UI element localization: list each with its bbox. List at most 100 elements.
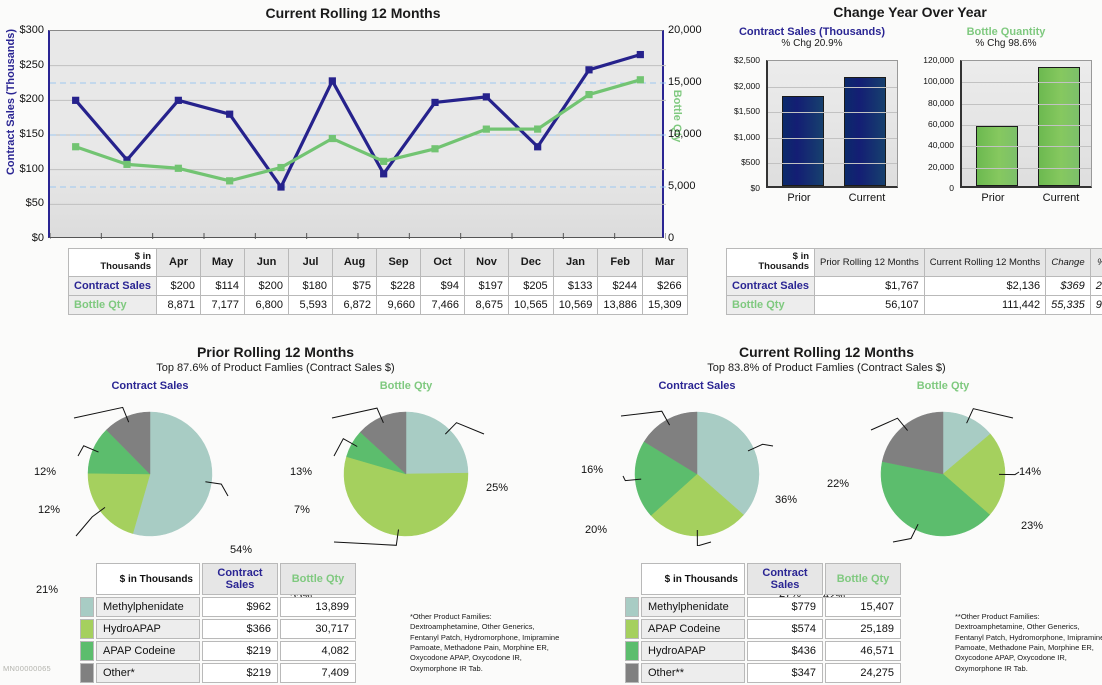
table-cell: $205	[509, 276, 554, 295]
bottle-qty-value: 13,899	[280, 597, 356, 617]
prior-product-family-table: $ in ThousandsContract SalesBottle Qty M…	[78, 561, 358, 685]
table-row: Bottle Qty8,8717,1776,8005,5936,8729,660…	[69, 295, 688, 314]
table-body: Methylphenidate$96213,899HydroAPAP$36630…	[80, 597, 356, 683]
table-corner-header: $ inThousands	[69, 249, 157, 277]
pie-percent-label: 16%	[581, 464, 603, 476]
table-row: Other*$2197,409	[80, 663, 356, 683]
product-family-name: HydroAPAP	[641, 641, 745, 661]
row-header: Bottle Qty	[727, 295, 815, 314]
table-cell: $228	[377, 276, 421, 295]
pie-percent-label: 12%	[34, 466, 56, 478]
pie-percent-label: 21%	[36, 584, 58, 596]
month-column-header: Apr	[157, 249, 201, 277]
pie-percent-label: 25%	[486, 482, 508, 494]
bottle-bar-plot	[960, 60, 1092, 188]
legend-swatch-spacer	[80, 563, 94, 595]
legend-color-swatch	[625, 641, 639, 661]
table-row: Methylphenidate$77915,407	[625, 597, 901, 617]
table-cell: $1,767	[815, 276, 925, 295]
pie-percent-label: 14%	[1019, 466, 1041, 478]
bottle-qty-value: 7,409	[280, 663, 356, 683]
product-family-name: Other*	[96, 663, 200, 683]
pie-percent-label: 23%	[1021, 520, 1043, 532]
contract-sales-value: $219	[202, 663, 278, 683]
table-row: Contract Sales$200$114$200$180$75$228$94…	[69, 276, 688, 295]
line-series-svg	[50, 31, 666, 239]
legend-color-swatch	[80, 619, 94, 639]
row-header: Contract Sales	[69, 276, 157, 295]
bottle-qty-value: 15,407	[825, 597, 901, 617]
table-row: HydroAPAP$43646,571	[625, 641, 901, 661]
product-family-name: HydroAPAP	[96, 619, 200, 639]
table-cell: $200	[245, 276, 289, 295]
table-cell: $200	[157, 276, 201, 295]
left-axis-ticks: $300$250$200$150$100$50$0	[0, 26, 44, 238]
rolling-12-months-line-chart: Current Rolling 12 Months Contract Sales…	[0, 0, 706, 248]
table-cell: $2,136	[924, 276, 1045, 295]
prior-section-subtitle: Top 87.6% of Product Famlies (Contract S…	[0, 362, 551, 374]
contract-sales-bar-chart: Contract Sales (Thousands) % Chg 20.9% $…	[722, 26, 902, 232]
legend-color-swatch	[625, 597, 639, 617]
bar-bottle-prior	[976, 126, 1018, 186]
bottle-bar-pct-change: % Chg 98.6%	[916, 38, 1096, 49]
pie-percent-label: 20%	[585, 524, 607, 536]
table-row: Methylphenidate$96213,899	[80, 597, 356, 617]
table-cell: $244	[598, 276, 643, 295]
table-row: APAP Codeine$57425,189	[625, 619, 901, 639]
contract-sales-value: $574	[747, 619, 823, 639]
table-cell: 8,675	[465, 295, 509, 314]
table-cell: 5,593	[289, 295, 333, 314]
yoy-title: Change Year Over Year	[718, 4, 1102, 20]
contract-cat-current: Current	[834, 192, 900, 204]
pie-svg	[20, 396, 320, 546]
table-cell: $133	[553, 276, 598, 295]
pie-svg	[813, 396, 1102, 546]
bottle-bar-ticks: 120,000100,00080,00060,00040,00020,0000	[916, 60, 958, 188]
column-header: Bottle Qty	[280, 563, 356, 595]
table-header-row: $ in ThousandsContract SalesBottle Qty	[625, 563, 901, 595]
contract-sales-value: $366	[202, 619, 278, 639]
contract-bar-heading: Contract Sales (Thousands)	[722, 26, 902, 38]
line-chart-plot-area	[48, 30, 664, 238]
month-column-header: Sep	[377, 249, 421, 277]
table-cell: $197	[465, 276, 509, 295]
product-family-name: APAP Codeine	[96, 641, 200, 661]
month-column-header: Jan	[553, 249, 598, 277]
current-contract-sales-pie: Contract Sales 36%27%20%16%	[567, 380, 827, 560]
table-body: Contract Sales$200$114$200$180$75$228$94…	[69, 276, 688, 314]
table-cell: $180	[289, 276, 333, 295]
year-over-year-summary-table: $ inThousandsPrior Rolling 12 MonthsCurr…	[726, 248, 1102, 315]
table-cell: 8,871	[157, 295, 201, 314]
legend-color-swatch	[80, 641, 94, 661]
legend-color-swatch	[80, 597, 94, 617]
month-column-header: Nov	[465, 249, 509, 277]
column-header: Contract Sales	[202, 563, 278, 595]
table-corner-header: $ in Thousands	[96, 563, 200, 595]
table-cell: 98.6%	[1090, 295, 1102, 314]
month-column-header: Jun	[245, 249, 289, 277]
table-cell: 111,442	[924, 295, 1045, 314]
bar-contract-current	[844, 77, 886, 186]
bottle-cat-current: Current	[1028, 192, 1094, 204]
table-header-row: $ in ThousandsContract SalesBottle Qty	[80, 563, 356, 595]
table-body: Contract Sales$1,767$2,136$36920.9%Bottl…	[727, 276, 1102, 314]
month-column-header: May	[201, 249, 245, 277]
table-corner-header: $ in Thousands	[641, 563, 745, 595]
table-cell: 15,309	[643, 295, 688, 314]
bottle-quantity-bar-chart: Bottle Quantity % Chg 98.6% 120,000100,0…	[916, 26, 1096, 232]
table-cell: $114	[201, 276, 245, 295]
table-cell: 10,569	[553, 295, 598, 314]
legend-swatch-spacer	[625, 563, 639, 595]
column-header: Contract Sales	[747, 563, 823, 595]
pie-percent-label: 7%	[294, 504, 310, 516]
bottle-qty-value: 46,571	[825, 641, 901, 661]
pie-percent-label: 12%	[38, 504, 60, 516]
table-cell: 6,872	[333, 295, 377, 314]
bottle-qty-value: 25,189	[825, 619, 901, 639]
table-cell: 13,886	[598, 295, 643, 314]
product-family-name: APAP Codeine	[641, 619, 745, 639]
month-column-header: Feb	[598, 249, 643, 277]
change-year-over-year-panel: Change Year Over Year Contract Sales (Th…	[718, 0, 1102, 248]
right-axis-ticks: 20,00015,00010,0005,0000	[668, 26, 712, 238]
table-cell: 6,800	[245, 295, 289, 314]
